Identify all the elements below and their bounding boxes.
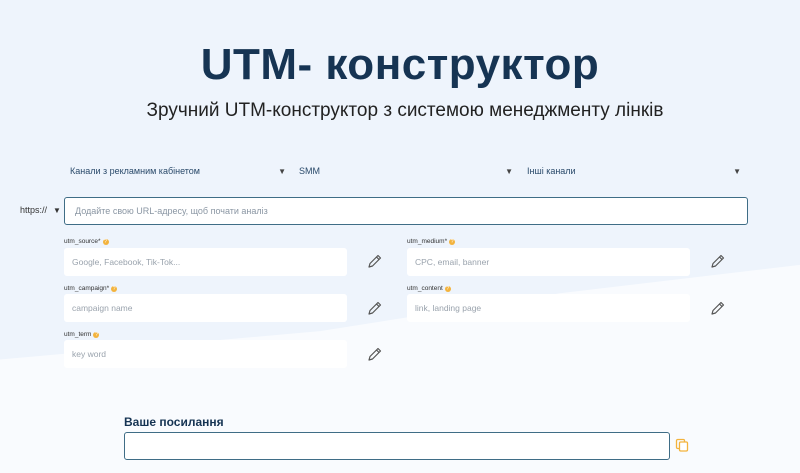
channel-dropdown-smm[interactable]: SMM ▼: [299, 163, 513, 179]
utm-source-label: utm_source* ?: [64, 238, 109, 245]
channel-dropdown-ad-cabinet[interactable]: Канали з рекламним кабінетом ▼: [70, 163, 286, 179]
utm-builder-page: UTM- конструктор Зручний UTM-конструктор…: [0, 0, 800, 473]
result-link-field[interactable]: [124, 432, 670, 460]
channel-dropdown-label: Інші канали: [527, 166, 576, 176]
protocol-select[interactable]: https:// ▼: [20, 205, 61, 215]
help-icon[interactable]: ?: [102, 238, 109, 245]
utm-term-edit-button[interactable]: [366, 345, 384, 363]
channel-dropdown-other[interactable]: Інші канали ▼: [527, 163, 741, 179]
channel-dropdown-label: SMM: [299, 166, 320, 176]
pencil-icon: [368, 254, 382, 268]
copy-icon: [675, 438, 689, 452]
utm-medium-input[interactable]: [407, 248, 690, 276]
caret-down-icon: ▼: [733, 166, 741, 176]
help-icon[interactable]: ?: [111, 285, 118, 292]
pencil-icon: [711, 301, 725, 315]
url-input[interactable]: [64, 197, 748, 225]
pencil-icon: [368, 347, 382, 361]
copy-button[interactable]: [675, 438, 689, 452]
page-subtitle: Зручний UTM-конструктор з системою менед…: [146, 100, 664, 121]
channel-dropdowns: Канали з рекламним кабінетом ▼ SMM ▼ Інш…: [64, 163, 748, 179]
caret-down-icon: ▼: [505, 166, 513, 176]
utm-term-input[interactable]: [64, 340, 347, 368]
utm-term-label: utm_term ?: [64, 331, 100, 338]
utm-content-input[interactable]: [407, 294, 690, 322]
page-title: UTM- конструктор: [200, 40, 600, 89]
help-icon[interactable]: ?: [93, 331, 100, 338]
result-label: Ваше посилання: [124, 415, 224, 429]
utm-campaign-input[interactable]: [64, 294, 347, 322]
pencil-icon: [368, 301, 382, 315]
utm-campaign-label: utm_campaign* ?: [64, 285, 118, 292]
utm-content-label: utm_content ?: [407, 285, 451, 292]
pencil-icon: [711, 254, 725, 268]
utm-campaign-edit-button[interactable]: [366, 299, 384, 317]
caret-down-icon: ▼: [278, 166, 286, 176]
help-icon[interactable]: ?: [444, 285, 451, 292]
utm-content-edit-button[interactable]: [709, 299, 727, 317]
utm-source-input[interactable]: [64, 248, 347, 276]
caret-down-icon: ▼: [53, 205, 61, 215]
utm-medium-label: utm_medium* ?: [407, 238, 456, 245]
utm-medium-edit-button[interactable]: [709, 252, 727, 270]
help-icon[interactable]: ?: [449, 238, 456, 245]
channel-dropdown-label: Канали з рекламним кабінетом: [70, 166, 200, 176]
protocol-value: https://: [20, 205, 48, 215]
utm-source-edit-button[interactable]: [366, 252, 384, 270]
